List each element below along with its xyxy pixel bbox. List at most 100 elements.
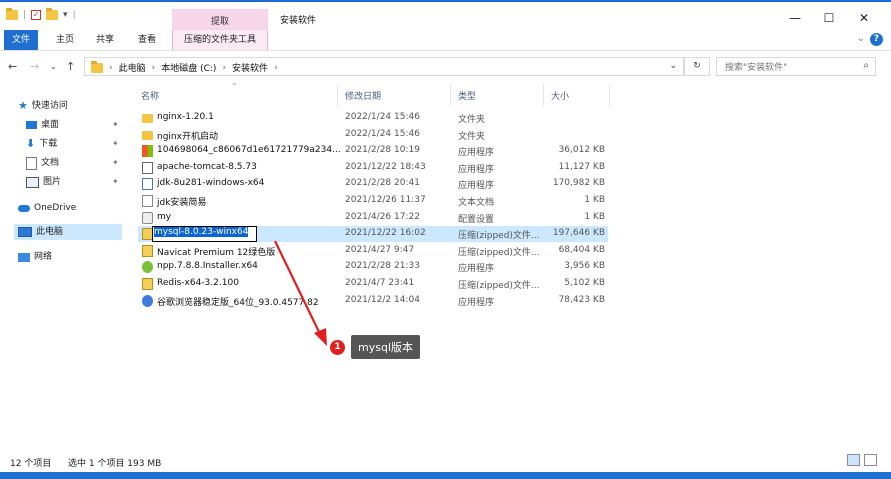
nav-item-documents[interactable]: 文档 xyxy=(26,155,59,171)
tab-view[interactable]: 查看 xyxy=(130,30,164,50)
file-type: 文件夹 xyxy=(458,131,486,142)
address-bar[interactable]: › 此电脑 › 本地磁盘 (C:) › 安装软件 › ⌄ xyxy=(84,57,684,76)
nav-item-pictures[interactable]: 图片 xyxy=(26,174,61,190)
help-icon[interactable]: ? xyxy=(870,33,883,46)
nav-this-pc[interactable]: 此电脑 xyxy=(14,224,122,240)
star-icon: ★ xyxy=(18,99,28,112)
file-name: my xyxy=(157,211,172,222)
zip-archive-icon xyxy=(142,278,153,290)
column-header-date[interactable]: 修改日期 xyxy=(345,89,381,102)
file-date: 2021/12/26 11:37 xyxy=(345,195,426,205)
file-size: 1 KB xyxy=(584,211,605,222)
status-selection: 选中 1 个项目 193 MB xyxy=(68,459,162,469)
file-row[interactable]: mysql-8.0.23-winx64 2021/12/22 16:02 压缩(zi… xyxy=(138,226,608,243)
file-row[interactable]: 谷歌浏览器稳定版_64位_93.0.4577.82 2021/12/2 14:04… xyxy=(138,293,608,309)
ribbon: 文件 主页 共享 查看 压缩的文件夹工具 ⌄ ? xyxy=(0,30,891,51)
file-name: npp.7.8.8.Installer.x64 xyxy=(157,261,258,272)
quick-access-toolbar: | ✓ ▾ | xyxy=(6,8,76,20)
customize-dropdown-icon[interactable]: ▾ xyxy=(63,10,68,20)
zip-archive-icon xyxy=(142,244,153,257)
details-view-icon[interactable] xyxy=(847,454,860,466)
file-date: 2022/1/24 15:46 xyxy=(345,112,420,122)
file-name: mysql-8.0.23-winx64 xyxy=(154,227,249,238)
status-item-count: 12 个项目 xyxy=(10,459,52,469)
pin-icon[interactable]: ✦ xyxy=(112,158,119,167)
nav-network[interactable]: 网络 xyxy=(18,249,52,265)
expand-ribbon-icon[interactable]: ⌄ xyxy=(857,33,865,44)
column-header-name[interactable]: 名称 xyxy=(141,89,159,102)
file-row[interactable]: my 2021/4/26 17:22 配置设置 1 KB xyxy=(138,210,608,226)
file-date: 2021/12/2 14:04 xyxy=(345,294,420,305)
nav-item-desktop[interactable]: 桌面 xyxy=(26,117,59,133)
address-dropdown-icon[interactable]: ⌄ xyxy=(669,61,677,71)
document-icon xyxy=(26,156,37,170)
breadcrumb-install-software[interactable]: 安装软件 xyxy=(232,61,268,74)
properties-icon[interactable]: ✓ xyxy=(31,10,42,20)
file-row[interactable]: npp.7.8.8.Installer.x64 2021/2/28 21:33 应用… xyxy=(138,259,608,275)
annotation-text: mysql版本 xyxy=(351,335,420,359)
forward-arrow-icon[interactable]: → xyxy=(30,60,39,73)
file-size: 11,127 KB xyxy=(558,161,605,172)
maximize-button[interactable]: ☐ xyxy=(812,7,846,29)
annotation-badge: 1 xyxy=(330,339,345,355)
file-row[interactable]: Navicat Premium 12绿色版 2021/4/27 9:47 压缩(zi… xyxy=(138,243,608,259)
nav-item-downloads[interactable]: ⬇ 下载 xyxy=(26,136,57,152)
refresh-button[interactable]: ↻ xyxy=(684,57,710,76)
file-size: 36,012 KB xyxy=(558,145,605,156)
breadcrumb-this-pc[interactable]: 此电脑 xyxy=(119,61,146,74)
file-row[interactable]: jdk-8u281-windows-x64 2021/2/28 20:41 应用程序… xyxy=(138,176,608,192)
rename-input[interactable]: mysql-8.0.23-winx64 xyxy=(152,226,258,243)
breadcrumb-local-disk[interactable]: 本地磁盘 (C:) xyxy=(161,61,216,74)
network-icon xyxy=(18,252,30,262)
file-row[interactable]: apache-tomcat-8.5.73 2021/12/22 18:43 应用程序… xyxy=(138,160,608,176)
search-box[interactable]: ⌕ xyxy=(716,57,876,76)
pin-icon[interactable]: ✦ xyxy=(112,139,119,148)
file-date: 2021/4/7 23:41 xyxy=(345,278,415,288)
minimize-button[interactable]: — xyxy=(778,7,812,29)
column-header-type[interactable]: 类型 xyxy=(458,89,476,102)
file-name: nginx-1.20.1 xyxy=(157,112,214,122)
file-size: 3,956 KB xyxy=(564,261,605,272)
file-name: jdk安装简易 xyxy=(157,198,207,208)
file-row[interactable]: nginx开机启动 2022/1/24 15:46 文件夹 xyxy=(138,127,608,143)
file-name: nginx开机启动 xyxy=(157,131,218,142)
nav-quick-access[interactable]: ★ 快速访问 xyxy=(18,98,68,114)
column-header-size[interactable]: 大小 xyxy=(551,89,569,102)
search-input[interactable] xyxy=(723,59,857,76)
nav-onedrive[interactable]: OneDrive xyxy=(18,200,76,216)
file-date: 2021/2/28 10:19 xyxy=(345,145,420,156)
pictures-icon xyxy=(26,176,39,188)
new-folder-icon[interactable] xyxy=(46,8,59,20)
tab-compressed-folder-tools[interactable]: 压缩的文件夹工具 xyxy=(172,30,268,50)
file-size: 78,423 KB xyxy=(558,294,605,305)
large-icons-view-icon[interactable] xyxy=(864,454,877,466)
file-row[interactable]: Redis-x64-3.2.100 2021/4/7 23:41 压缩(zipped… xyxy=(138,276,608,292)
application-icon xyxy=(142,161,153,174)
close-button[interactable]: ✕ xyxy=(847,7,881,29)
context-tab-group-label: 提取 xyxy=(210,17,229,27)
file-list: ⌃ 名称 修改日期 类型 大小 nginx-1.20.1 2022/1/24 15… xyxy=(133,82,891,444)
file-name: Redis-x64-3.2.100 xyxy=(157,278,239,288)
windows-logo-icon xyxy=(142,145,153,158)
file-row[interactable]: jdk安装简易 2021/12/26 11:37 文本文档 1 KB xyxy=(138,193,608,209)
tab-share[interactable]: 共享 xyxy=(88,30,122,50)
recent-locations-icon[interactable]: ⌄ xyxy=(50,62,57,71)
back-arrow-icon[interactable]: ← xyxy=(8,60,17,73)
navigation-pane: ★ 快速访问 桌面 ✦ ⬇ 下载 ✦ 文档 ✦ 图片 ✦ OneDrive 此电… xyxy=(0,84,128,444)
file-size: 1 KB xyxy=(584,195,605,205)
annotation-callout: 1 mysql版本 xyxy=(330,335,420,359)
up-arrow-icon[interactable]: ↑ xyxy=(66,60,75,73)
title-bar: | ✓ ▾ | 提取 安装软件 — ☐ ✕ xyxy=(0,0,891,32)
file-size: 197,646 KB xyxy=(552,228,605,239)
folder-icon xyxy=(142,114,153,123)
file-size: 68,404 KB xyxy=(558,244,605,255)
file-type: 文件夹 xyxy=(458,115,486,125)
file-row[interactable]: 104698064_c86067d1e61721779a234... 2021/2… xyxy=(138,143,608,159)
pin-icon[interactable]: ✦ xyxy=(112,120,119,129)
sort-arrow-icon: ⌃ xyxy=(231,82,238,91)
tab-file[interactable]: 文件 xyxy=(4,30,38,50)
pin-icon[interactable]: ✦ xyxy=(112,177,119,186)
folder-icon[interactable] xyxy=(6,8,18,20)
file-row[interactable]: nginx-1.20.1 2022/1/24 15:46 文件夹 xyxy=(138,110,608,126)
tab-home[interactable]: 主页 xyxy=(48,30,82,50)
